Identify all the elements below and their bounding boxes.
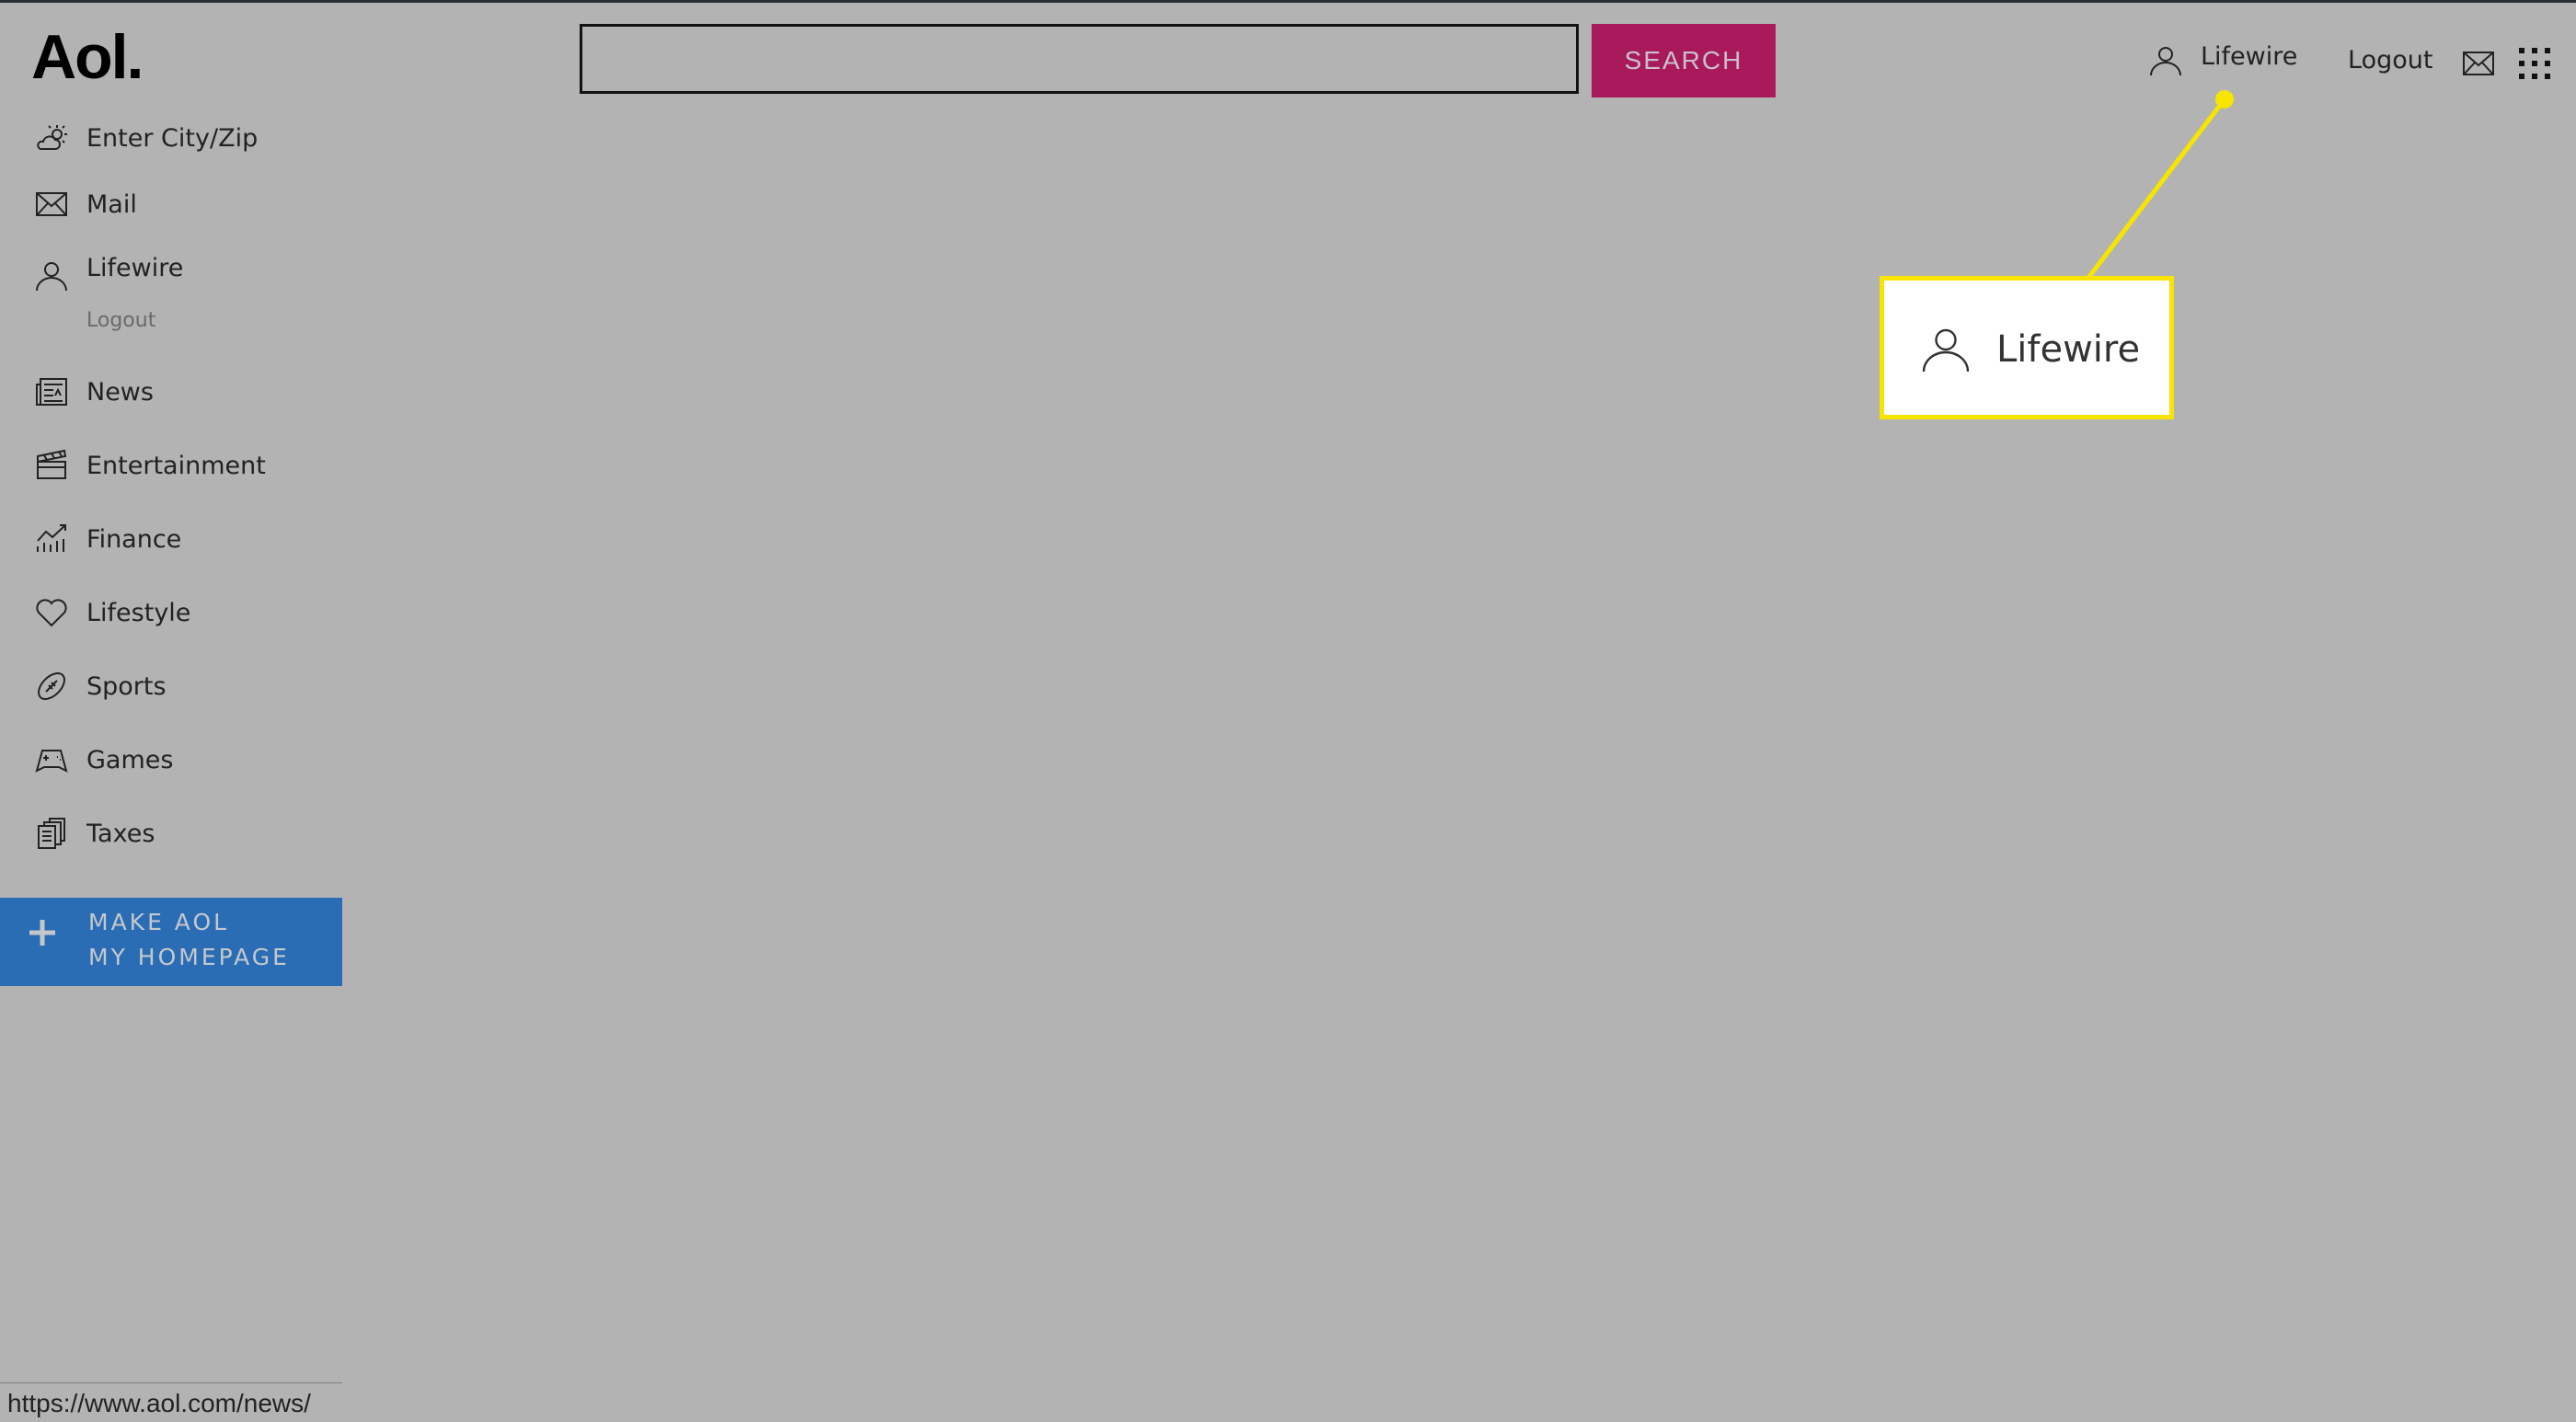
callout-line [2087,97,2226,280]
callout-box: Lifewire [1880,276,2174,419]
status-bar-divider [0,1382,342,1383]
callout-label: Lifewire [1996,328,2141,371]
status-bar-url: https://www.aol.com/news/ [7,1389,311,1417]
callout-connector [2087,90,2234,280]
callout-dot [2215,90,2234,109]
user-icon [1922,328,1970,373]
